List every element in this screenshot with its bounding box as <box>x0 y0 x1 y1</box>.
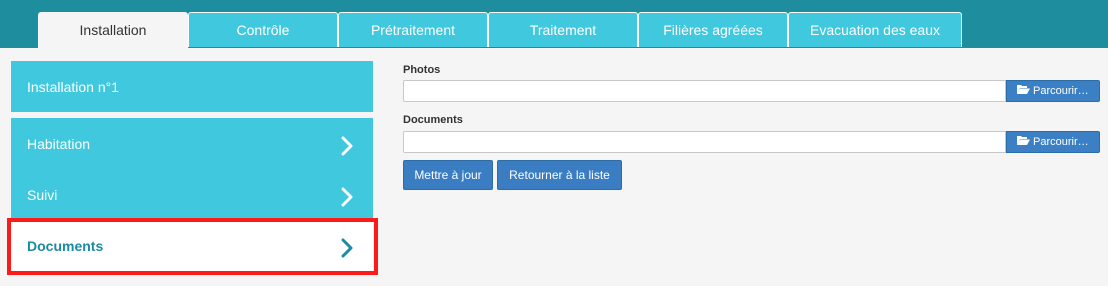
sidebar-header: Installation n°1 <box>11 61 373 112</box>
sidebar-item-documents[interactable]: Documents <box>11 220 373 271</box>
back-to-list-button[interactable]: Retourner à la liste <box>497 160 622 190</box>
documents-file-input[interactable] <box>403 131 1006 153</box>
browse-label: Parcourir… <box>1033 136 1089 148</box>
photos-label: Photos <box>403 64 441 76</box>
browse-label: Parcourir… <box>1033 85 1089 97</box>
top-bar: Installation Contrôle Prétraitement Trai… <box>0 0 1108 48</box>
tab-filieres-agreees[interactable]: Filières agréées <box>638 12 788 47</box>
sidebar-item-label: Documents <box>27 238 104 254</box>
chevron-right-icon <box>337 136 357 156</box>
folder-open-icon <box>1017 132 1030 152</box>
tab-pretraitement[interactable]: Prétraitement <box>338 12 488 47</box>
tab-evacuation-des-eaux[interactable]: Evacuation des eaux <box>788 12 962 47</box>
photos-file-input[interactable] <box>403 80 1006 102</box>
folder-open-icon <box>1017 81 1030 101</box>
sidebar-item-label: Habitation <box>27 136 91 152</box>
sidebar-header-label: Installation n°1 <box>27 79 119 95</box>
chevron-right-icon <box>337 187 357 207</box>
photos-browse-button[interactable]: Parcourir… <box>1006 80 1100 102</box>
chevron-right-icon <box>337 238 357 258</box>
tab-controle[interactable]: Contrôle <box>188 12 338 47</box>
sidebar-item-habitation[interactable]: Habitation <box>11 118 373 169</box>
sidebar-item-suivi[interactable]: Suivi <box>11 169 373 220</box>
tab-installation[interactable]: Installation <box>38 12 188 48</box>
documents-browse-button[interactable]: Parcourir… <box>1006 131 1100 153</box>
sidebar-item-label: Suivi <box>27 187 58 203</box>
documents-label: Documents <box>403 114 463 126</box>
tab-traitement[interactable]: Traitement <box>488 12 638 47</box>
update-button[interactable]: Mettre à jour <box>403 160 493 190</box>
